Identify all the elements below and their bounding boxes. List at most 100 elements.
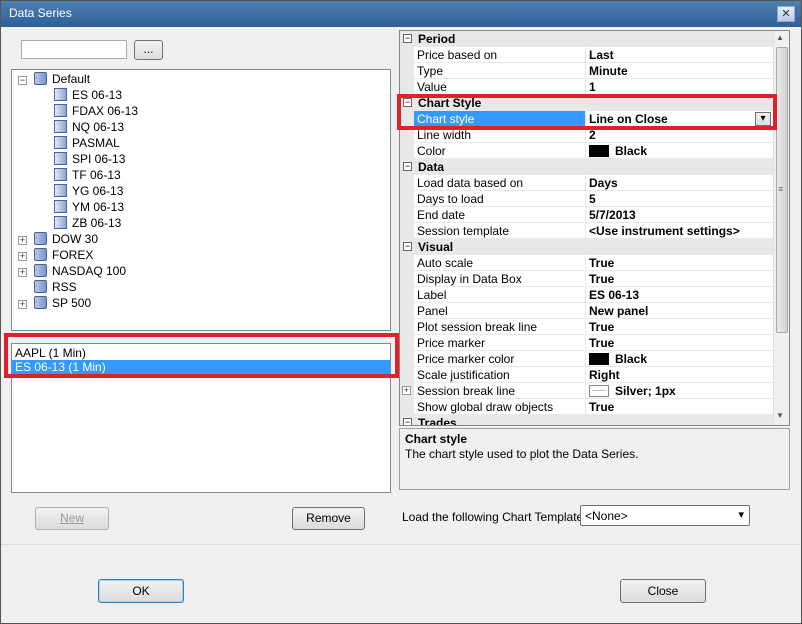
tree-item[interactable]: SP 500: [34, 296, 91, 312]
property-scrollbar[interactable]: ▲ ≡ ▼: [773, 31, 789, 425]
tree-item[interactable]: TF 06-13: [54, 168, 121, 184]
property-value-text: Days: [589, 176, 618, 190]
tree-item[interactable]: YM 06-13: [54, 200, 124, 216]
highlight-series-box: [4, 333, 399, 378]
tree-item[interactable]: PASMAL: [54, 136, 120, 152]
template-value: <None>: [585, 509, 628, 523]
tree-item[interactable]: FOREX: [34, 248, 93, 264]
column-divider: [585, 175, 586, 191]
scroll-up-arrow[interactable]: ▲: [776, 33, 784, 42]
tree-item[interactable]: YG 06-13: [54, 184, 123, 200]
property-row[interactable]: Display in Data Box True: [414, 271, 773, 287]
property-row[interactable]: Price marker True: [414, 335, 773, 351]
tree-item[interactable]: RSS: [34, 280, 77, 296]
scroll-thumb[interactable]: ≡: [776, 47, 788, 333]
property-row[interactable]: Label ES 06-13: [414, 287, 773, 303]
category-row[interactable]: − Trades: [400, 415, 773, 425]
row-gutter: [400, 399, 414, 415]
tree-expander[interactable]: +: [18, 252, 27, 261]
browse-button[interactable]: ...: [134, 40, 163, 60]
tree-expander[interactable]: +: [18, 236, 27, 245]
row-expander[interactable]: +: [402, 386, 411, 395]
property-row[interactable]: Price marker color Black: [414, 351, 773, 367]
property-value-text: New panel: [589, 304, 649, 318]
remove-button[interactable]: Remove: [292, 507, 365, 530]
property-row[interactable]: Price based on Last: [414, 47, 773, 63]
property-row[interactable]: Value 1: [414, 79, 773, 95]
ok-button[interactable]: OK: [98, 579, 184, 603]
tree-item-label: TF 06-13: [72, 168, 121, 182]
tree-item[interactable]: NQ 06-13: [54, 120, 124, 136]
close-button-label: Close: [647, 584, 679, 598]
category-label: Data: [418, 160, 445, 174]
property-name: Panel: [417, 304, 448, 318]
category-row[interactable]: − Data: [400, 159, 773, 175]
tree-item-label: Default: [52, 72, 91, 86]
property-value: ES 06-13: [589, 288, 639, 302]
category-expander[interactable]: −: [403, 242, 412, 251]
search-input[interactable]: [21, 40, 127, 59]
tree-item-label: ZB 06-13: [72, 216, 122, 230]
scroll-down-arrow[interactable]: ▼: [776, 411, 784, 420]
tree-item[interactable]: Default: [34, 72, 90, 88]
tree-expander[interactable]: +: [18, 300, 27, 309]
column-divider: [585, 271, 586, 287]
row-gutter: [400, 79, 414, 95]
instrument-icon: [54, 104, 67, 117]
close-window-button[interactable]: ✕: [777, 6, 795, 22]
row-gutter: [400, 367, 414, 383]
property-grid[interactable]: − Period Price based on Last Type Minute Value…: [399, 30, 790, 426]
column-divider: [585, 383, 586, 399]
instrument-icon: [54, 216, 67, 229]
property-value: 5: [589, 192, 596, 206]
category-label: Trades: [418, 416, 457, 425]
instrument-tree[interactable]: − Default ES 06-13 FDAX 06-13 NQ 06-13 PASMAL…: [11, 69, 391, 331]
new-button[interactable]: New: [35, 507, 109, 530]
property-row[interactable]: Show global draw objects True: [414, 399, 773, 415]
property-value-text: Right: [589, 368, 620, 382]
tree-item[interactable]: SPI 06-13: [54, 152, 125, 168]
property-value: True: [589, 320, 614, 334]
property-row[interactable]: Panel New panel: [414, 303, 773, 319]
category-row[interactable]: − Visual: [400, 239, 773, 255]
property-row[interactable]: Days to load 5: [414, 191, 773, 207]
category-label: Visual: [418, 240, 454, 254]
property-name: Label: [417, 288, 447, 302]
category-expander[interactable]: −: [403, 418, 412, 425]
property-row[interactable]: Type Minute: [414, 63, 773, 79]
tree-item-label: SPI 06-13: [72, 152, 126, 166]
property-row[interactable]: Session break line Silver; 1px: [414, 383, 773, 399]
category-expander[interactable]: −: [403, 34, 412, 43]
tree-item[interactable]: ZB 06-13: [54, 216, 121, 232]
property-row[interactable]: Session template <Use instrument settings…: [414, 223, 773, 239]
property-row[interactable]: Plot session break line True: [414, 319, 773, 335]
property-value: Black: [589, 352, 647, 366]
property-row[interactable]: End date 5/7/2013: [414, 207, 773, 223]
tree-item[interactable]: FDAX 06-13: [54, 104, 138, 120]
title-bar[interactable]: Data Series ✕: [1, 1, 801, 27]
property-name: Session break line: [417, 384, 516, 398]
tree-expander[interactable]: +: [18, 268, 27, 277]
close-button[interactable]: Close: [620, 579, 706, 603]
tree-item[interactable]: ES 06-13: [54, 88, 122, 104]
property-name: Price marker: [417, 336, 486, 350]
category-row[interactable]: − Period: [400, 31, 773, 47]
property-value-text: True: [589, 400, 615, 414]
property-row[interactable]: Color Black: [414, 143, 773, 159]
property-row[interactable]: Auto scale True: [414, 255, 773, 271]
property-name: Line width: [417, 128, 472, 142]
tree-item[interactable]: NASDAQ 100: [34, 264, 126, 280]
tree-item-label: RSS: [52, 280, 77, 294]
property-row[interactable]: Load data based on Days: [414, 175, 773, 191]
instrument-icon: [54, 168, 67, 181]
column-divider: [585, 319, 586, 335]
template-select[interactable]: <None> ▾: [580, 505, 750, 526]
tree-expander[interactable]: −: [18, 76, 27, 85]
property-row[interactable]: Scale justification Right: [414, 367, 773, 383]
new-button-label: New: [59, 511, 84, 525]
tree-item[interactable]: DOW 30: [34, 232, 98, 248]
row-gutter: [400, 287, 414, 303]
property-value: <Use instrument settings>: [589, 224, 740, 238]
category-expander[interactable]: −: [403, 162, 412, 171]
column-divider: [585, 143, 586, 159]
